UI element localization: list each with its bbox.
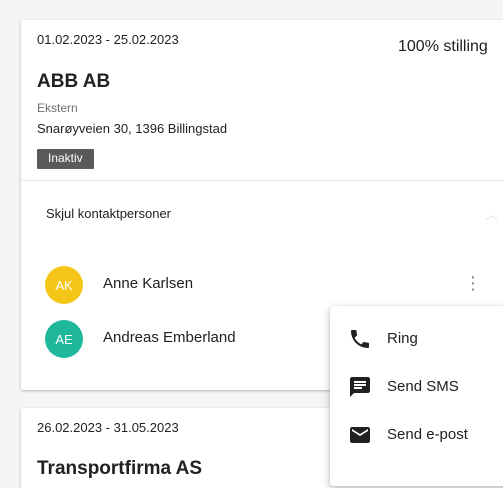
more-options-icon[interactable]: ⋮: [464, 274, 482, 292]
assignment-percent: 100% stilling: [398, 38, 488, 55]
contact-name: Andreas Emberland: [103, 329, 236, 346]
avatar-initials: AK: [55, 277, 73, 293]
avatar: AK: [45, 266, 83, 304]
menu-item-label: Send SMS: [387, 378, 459, 395]
avatar: AE: [45, 320, 83, 358]
contact-name: Anne Karlsen: [103, 275, 194, 292]
sms-icon: [350, 377, 370, 397]
contact-row: AK Anne Karlsen ⋮: [21, 262, 503, 308]
assignment-dates: 01.02.2023 - 25.02.2023: [37, 32, 179, 47]
email-icon: [350, 427, 370, 443]
chevron-up-icon: ︿: [485, 207, 499, 222]
menu-item-label: Send e-post: [387, 426, 468, 443]
avatar-initials: AE: [55, 331, 73, 347]
menu-item-ring[interactable]: Ring: [330, 315, 503, 363]
company-name: ABB AB: [37, 71, 111, 92]
phone-icon: [351, 330, 369, 348]
menu-item-send-sms[interactable]: Send SMS: [330, 363, 503, 411]
company-type: Ekstern: [37, 101, 78, 115]
status-badge: Inaktiv: [37, 149, 94, 169]
company-address: Snarøyveien 30, 1396 Billingstad: [37, 121, 228, 136]
toggle-contacts-label: Skjul kontaktpersoner: [46, 206, 172, 221]
menu-item-label: Ring: [387, 330, 418, 347]
assignment-dates: 26.02.2023 - 31.05.2023: [37, 420, 179, 435]
toggle-contacts-button[interactable]: Skjul kontaktpersoner ︿: [21, 181, 503, 243]
menu-item-send-email[interactable]: Send e-post: [330, 411, 503, 459]
contact-action-menu: Ring Send SMS Send e-post: [330, 306, 503, 486]
company-name: Transportfirma AS: [37, 458, 203, 479]
